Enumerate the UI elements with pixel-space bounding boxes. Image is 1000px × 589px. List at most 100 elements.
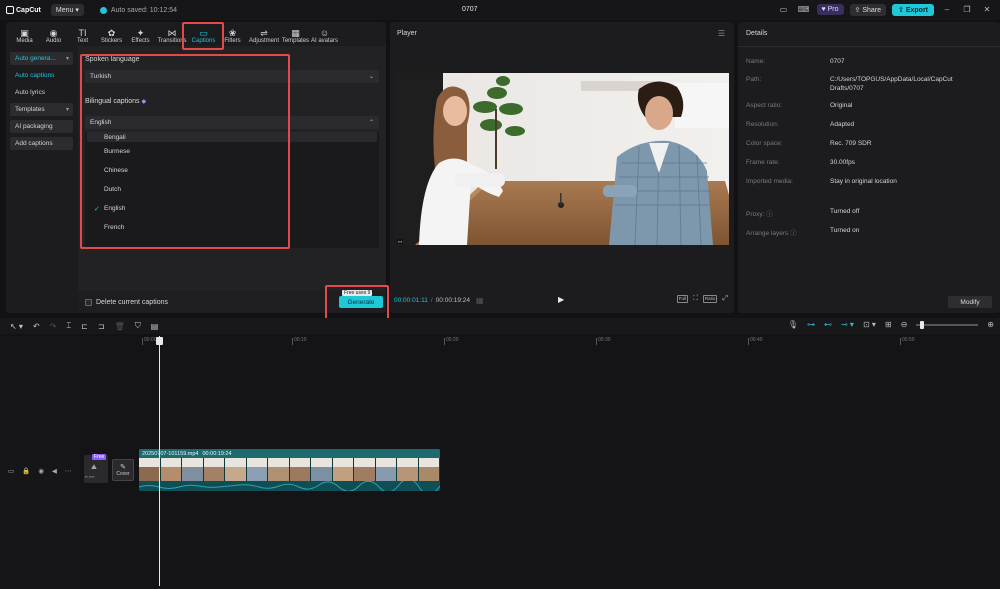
microphone-icon[interactable]: 🎙 [788, 320, 798, 329]
menu-button[interactable]: Menu ▾ [51, 4, 84, 16]
playhead-line[interactable] [159, 336, 160, 586]
tab-ai-avatars[interactable]: ☺AI avatars [310, 28, 339, 46]
freeze-icon[interactable]: ▤ [151, 322, 159, 331]
preview-axis-icon[interactable]: ⊡ ▾ [863, 320, 876, 329]
language-option[interactable]: Dutch [85, 180, 379, 199]
undo-icon[interactable]: ↶ [33, 322, 40, 331]
ruler-tick-mark [900, 338, 901, 345]
fullscreen-icon[interactable]: ⤢ [722, 295, 728, 303]
crop-icon[interactable]: ⛶ [693, 295, 698, 303]
sidebar-item-auto-captions[interactable]: Auto captions [10, 69, 73, 82]
sidebar-item-templates[interactable]: Templates▾ [10, 103, 73, 116]
ruler-tick-label: 00:00 [144, 337, 157, 343]
hamburger-menu-icon[interactable]: ☰ [718, 29, 725, 38]
sidebar-item-auto-lyrics[interactable]: Auto lyrics [10, 86, 73, 99]
more-icon[interactable]: ⋯ [65, 467, 72, 475]
tab-transitions[interactable]: ⋈Transitions [155, 28, 189, 46]
cover-button[interactable]: ✎ Cover [112, 459, 134, 481]
modify-button[interactable]: Modify [948, 296, 992, 308]
ai-avatars-icon: ☺ [320, 28, 329, 38]
layout-icon[interactable]: ▭ [777, 3, 791, 16]
tab-media[interactable]: ▣Media [10, 28, 39, 46]
zoom-slider[interactable] [916, 324, 978, 326]
redo-icon[interactable]: ↷ [50, 322, 57, 331]
maximize-icon[interactable]: ❐ [960, 3, 974, 16]
split-right-icon[interactable]: ⊐ [98, 322, 105, 331]
delete-icon[interactable]: 🗑 [115, 322, 125, 331]
tab-label: Transitions [157, 38, 186, 44]
language-option[interactable]: French [85, 218, 379, 237]
lock-icon[interactable]: 🔒 [22, 467, 30, 475]
timeline-grid-icon[interactable]: ▦ [476, 296, 484, 305]
player-panel: Player ☰ [390, 22, 734, 313]
tab-label: Effects [131, 38, 149, 44]
split-icon[interactable]: ⌶ [66, 321, 71, 331]
clip-frame-thumbnail [376, 458, 398, 481]
full-quality-button[interactable]: Full [677, 295, 688, 303]
tab-captions[interactable]: ▭Captions [189, 28, 218, 46]
sidebar-item-auto-generate[interactable]: Auto genera...▾ [10, 52, 73, 65]
spoken-language-select[interactable]: Turkish ⌄ [85, 70, 379, 83]
linkage-icon[interactable]: ⊸ ▾ [841, 320, 854, 329]
delete-captions-checkbox[interactable] [85, 299, 92, 306]
fit-timeline-icon[interactable]: ⊞ [885, 320, 892, 329]
video-preview[interactable]: ▪▪▪ [395, 73, 729, 245]
share-button[interactable]: ⇪ Share [850, 4, 887, 16]
tab-adjustment[interactable]: ⇌Adjustment [247, 28, 281, 46]
eye-icon[interactable]: ◉ [38, 467, 44, 475]
tab-templates[interactable]: ▦Templates [281, 28, 310, 46]
split-left-icon[interactable]: ⊏ [81, 322, 88, 331]
ruler-tick-mark [292, 338, 293, 345]
title-bar: CapCut Menu ▾ Auto saved: 10:12:54 0707 … [0, 0, 1000, 20]
clip-frame-thumbnail [161, 458, 183, 481]
tab-label: Text [77, 38, 88, 44]
minimize-icon[interactable]: – [940, 3, 954, 16]
zoom-slider-handle[interactable] [920, 321, 924, 329]
language-option[interactable]: Chinese [85, 161, 379, 180]
detail-row-path: Path:C:/Users/TOPGUS/AppData/Local/CapCu… [746, 76, 996, 93]
language-option-selected[interactable]: ✓English [85, 199, 379, 218]
language-option[interactable]: Bengali [87, 132, 377, 142]
main-track-magnet-icon[interactable]: ⊶ [807, 320, 815, 329]
current-timecode: 00:00:01:11 [394, 297, 428, 304]
sidebar-item-ai-packaging[interactable]: AI packaging [10, 120, 73, 133]
free-badge: Free [92, 454, 106, 460]
video-clip[interactable]: 20250707-101159.mp4 00:00:19:24 [139, 449, 440, 491]
timeline[interactable]: ▭ 🔒 ◉ ◀ ⋯ 00:0000:1000:2000:3000:4000:50… [0, 336, 1000, 589]
play-icon[interactable]: ▶ [558, 295, 564, 304]
ai-thumbnail-box[interactable]: Free ⛰ ▪▪ ▪▪▪▪ [84, 455, 108, 483]
language-option[interactable]: Burmese [85, 142, 379, 161]
video-frame-illustration [395, 73, 729, 245]
export-button[interactable]: ⇧ Export [892, 4, 934, 16]
speaker-icon[interactable]: ◀ [52, 467, 57, 475]
tab-text[interactable]: TIText [68, 28, 97, 46]
bilingual-language-select[interactable]: English ⌃ [85, 116, 379, 129]
close-icon[interactable]: ✕ [980, 3, 994, 16]
sidebar-item-add-captions[interactable]: Add captions [10, 137, 73, 150]
generate-button[interactable]: Generate [339, 296, 383, 308]
language-dropdown: Bengali Burmese Chinese Dutch ✓English F… [85, 132, 379, 248]
templates-icon: ▦ [291, 28, 300, 38]
time-ruler[interactable]: 00:0000:1000:2000:3000:4000:50 [80, 336, 1000, 346]
mask-icon[interactable]: ⛉ [135, 321, 141, 331]
diamond-icon: ◆ [141, 99, 146, 105]
bilingual-captions-label: Bilingual captions ◆ [85, 98, 146, 105]
keyboard-icon[interactable]: ⌨ [797, 3, 811, 16]
ruler-tick-label: 00:20 [446, 337, 459, 343]
ratio-button[interactable]: Ratio [703, 295, 718, 303]
clip-frame-thumbnail [311, 458, 333, 481]
tab-effects[interactable]: ✦Effects [126, 28, 155, 46]
zoom-in-icon[interactable]: ⊕ [987, 320, 994, 329]
delete-captions-label: Delete current captions [96, 299, 168, 306]
tab-audio[interactable]: ◉Audio [39, 28, 68, 46]
tab-filters[interactable]: ❀Filters [218, 28, 247, 46]
auto-snap-icon[interactable]: ⊷ [824, 320, 832, 329]
player-title: Player [397, 30, 417, 37]
cover-track-icon[interactable]: ▭ [8, 467, 14, 475]
detail-row-resolution: Resolution:Adapted [746, 121, 996, 130]
select-tool-icon[interactable]: ↖ ▾ [10, 322, 23, 331]
tab-stickers[interactable]: ✿Stickers [97, 28, 126, 46]
zoom-out-icon[interactable]: ⊖ [901, 320, 908, 329]
transitions-icon: ⋈ [168, 28, 177, 38]
pro-button[interactable]: ♥ Pro [817, 4, 844, 15]
